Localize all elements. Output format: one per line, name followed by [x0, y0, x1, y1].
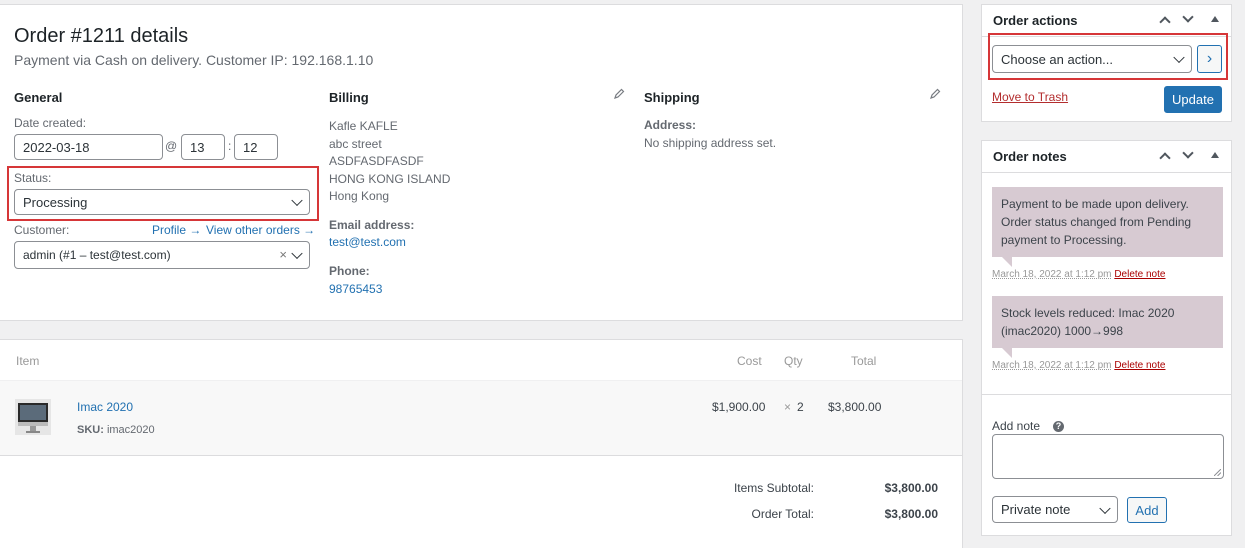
order-details-panel: Order #1211 details Payment via Cash on … [0, 4, 963, 321]
add-note-textarea[interactable] [992, 434, 1224, 479]
item-qty: 2 [797, 400, 804, 414]
cost-header: Cost [737, 354, 762, 368]
sku-label: SKU: [77, 424, 104, 436]
order-actions-panel: Order actions Choose an action... › Move… [981, 4, 1232, 122]
order-notes-header: Order notes [982, 141, 1231, 173]
billing-line: abc street [329, 136, 382, 151]
items-subtotal-label: Items Subtotal: [733, 481, 814, 495]
order-note: Stock levels reduced: Imac 2020 (imac202… [992, 296, 1223, 348]
customer-value: admin (#1 – test@test.com) [23, 248, 171, 262]
order-notes-panel: Order notes Payment to be made upon deli… [981, 140, 1232, 536]
items-subtotal-value: $3,800.00 [884, 481, 938, 495]
pencil-icon[interactable] [929, 88, 941, 100]
note-type-value: Private note [1001, 502, 1071, 517]
general-heading: General [14, 90, 63, 105]
note-tail [1002, 257, 1012, 267]
update-button[interactable]: Update [1164, 86, 1222, 113]
customer-label: Customer: [14, 223, 70, 237]
collapse-triangle-icon[interactable] [1211, 152, 1219, 158]
help-icon[interactable]: ? [1053, 421, 1064, 432]
email-link[interactable]: test@test.com [329, 235, 406, 249]
shipping-address-label: Address: [644, 118, 697, 132]
note-tail [1002, 348, 1012, 358]
order-note: Payment to be made upon delivery. Order … [992, 187, 1223, 257]
qty-times: × [784, 400, 792, 414]
order-notes-title: Order notes [993, 149, 1067, 164]
chevron-up-icon[interactable] [1159, 152, 1171, 164]
table-row: Imac 2020 SKU: imac2020 $1,900.00 × 2 $3… [0, 380, 962, 456]
billing-line: Hong Kong [329, 189, 390, 203]
delete-note-link[interactable]: Delete note [1114, 360, 1165, 371]
date-created-label: Date created: [14, 116, 87, 130]
chevron-down-icon [1099, 502, 1111, 514]
add-note-button[interactable]: Add [1127, 497, 1167, 523]
page-title: Order #1211 details [14, 25, 189, 47]
billing-line: ASDFASDFASDF [329, 154, 424, 168]
billing-line: HONG KONG ISLAND [329, 171, 451, 186]
status-highlight [7, 166, 319, 221]
item-header: Item [16, 354, 40, 368]
order-total-value: $3,800.00 [884, 507, 938, 521]
date-created-input[interactable]: 2022-03-18 [14, 134, 163, 160]
note-date: March 18, 2022 at 1:12 pm [992, 269, 1112, 280]
qty-header: Qty [784, 354, 803, 368]
note-date: March 18, 2022 at 1:12 pm [992, 360, 1112, 371]
time-colon: : [228, 139, 232, 153]
email-label: Email address: [329, 218, 415, 232]
add-note-label: Add note [992, 419, 1041, 433]
shipping-address-value: No shipping address set. [644, 136, 777, 150]
note-meta: March 18, 2022 at 1:12 pm Delete note [992, 360, 1165, 371]
billing-heading: Billing [329, 90, 369, 105]
customer-select[interactable]: admin (#1 – test@test.com) × [14, 241, 310, 269]
product-thumbnail [15, 399, 51, 435]
pencil-icon[interactable] [613, 88, 625, 100]
collapse-triangle-icon[interactable] [1211, 16, 1219, 22]
hour-value: 13 [190, 139, 205, 155]
hour-input[interactable]: 13 [181, 134, 225, 160]
phone-label: Phone: [329, 264, 370, 278]
note-text: Stock levels reduced: Imac 2020 (imac202… [1001, 306, 1175, 338]
chevron-down-icon[interactable] [1182, 147, 1194, 159]
resize-handle-icon[interactable] [1214, 469, 1221, 476]
profile-link[interactable]: Profile → [152, 223, 201, 237]
chevron-up-icon[interactable] [1159, 16, 1171, 28]
view-other-orders-link[interactable]: View other orders → [206, 223, 315, 237]
delete-note-link[interactable]: Delete note [1114, 269, 1165, 280]
note-meta: March 18, 2022 at 1:12 pm Delete note [992, 269, 1165, 280]
minute-input[interactable]: 12 [234, 134, 278, 160]
divider [982, 394, 1231, 395]
item-total: $3,800.00 [828, 400, 882, 414]
billing-address: Kafle KAFLE abc street ASDFASDFASDF HONG… [329, 118, 450, 206]
item-cost: $1,900.00 [712, 400, 766, 414]
product-link[interactable]: Imac 2020 [77, 400, 133, 414]
total-header: Total [851, 354, 877, 368]
order-action-highlight [988, 33, 1228, 80]
note-type-select[interactable]: Private note [992, 496, 1118, 523]
billing-line: Kafle KAFLE [329, 119, 398, 133]
order-actions-title: Order actions [993, 13, 1078, 28]
phone-link[interactable]: 98765453 [329, 282, 382, 296]
clear-icon[interactable]: × [279, 247, 287, 262]
move-to-trash-link[interactable]: Move to Trash [992, 90, 1068, 104]
chevron-down-icon [291, 247, 303, 260]
minute-value: 12 [243, 139, 258, 155]
product-sku: SKU: imac2020 [77, 424, 155, 436]
chevron-down-icon[interactable] [1182, 11, 1194, 23]
shipping-heading: Shipping [644, 90, 700, 105]
date-value: 2022-03-18 [23, 139, 90, 155]
order-subtitle: Payment via Cash on delivery. Customer I… [14, 52, 374, 68]
sku-value: imac2020 [106, 424, 155, 436]
note-text: Payment to be made upon delivery. Order … [1001, 197, 1192, 247]
order-total-label: Order Total: [751, 507, 814, 521]
at-symbol: @ [165, 139, 178, 153]
order-items-panel: Item Cost Qty Total Imac 2020 SKU: imac2… [0, 339, 963, 548]
